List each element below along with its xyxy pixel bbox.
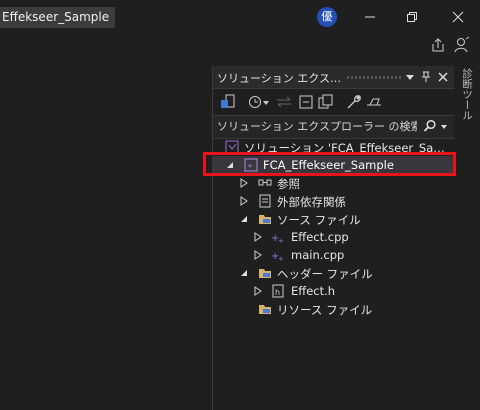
preview-icon <box>367 98 381 106</box>
close-icon <box>438 72 448 82</box>
cpp-file-icon: ++ <box>271 233 284 244</box>
solution-explorer-panel: ソリューション エクスプローラー <box>212 66 455 410</box>
expanded-arrow-icon <box>241 216 247 222</box>
panel-header: ソリューション エクスプローラー <box>213 66 455 89</box>
editor-area <box>0 60 212 410</box>
collapse-all-button[interactable] <box>297 93 315 111</box>
references-icon <box>258 179 272 186</box>
pin-button[interactable] <box>418 68 434 86</box>
tree-item-label: ソース ファイル <box>277 213 361 227</box>
tree-item-label: Effect.h <box>291 284 336 298</box>
dropdown-icon <box>406 75 414 80</box>
tree-item-main-cpp[interactable]: + + main.cpp <box>213 246 455 264</box>
tree-item-source-files[interactable]: ソース ファイル <box>213 210 455 228</box>
show-all-files-button[interactable] <box>317 93 335 111</box>
restore-icon <box>407 12 417 22</box>
restore-button[interactable] <box>398 5 426 29</box>
collapsed-arrow-icon <box>254 232 262 242</box>
account-avatar[interactable]: 優 <box>317 7 337 27</box>
panel-title: ソリューション エクスプローラー <box>217 72 349 85</box>
collapsed-arrow-icon <box>240 196 248 206</box>
window-title: Effekseer_Sample <box>0 7 116 28</box>
tree-item-resource-files[interactable]: リソース ファイル <box>213 300 455 318</box>
minimize-icon <box>365 16 375 18</box>
tree-item-header-files[interactable]: ヘッダー ファイル <box>213 264 455 282</box>
collapsed-arrow-icon <box>240 178 248 188</box>
share-icon <box>432 38 444 52</box>
external-dependencies-icon <box>259 194 271 208</box>
sync-icon <box>277 96 291 108</box>
expanded-arrow-icon <box>241 270 247 276</box>
diagnostic-tools-tab[interactable]: 診断ツール <box>459 68 475 121</box>
feedback-button[interactable] <box>453 36 471 54</box>
preview-button[interactable] <box>365 93 383 111</box>
tree-item-label: main.cpp <box>291 248 345 262</box>
panel-options-button[interactable] <box>402 68 418 86</box>
drag-grip[interactable] <box>347 76 401 79</box>
search-input[interactable] <box>217 118 417 134</box>
tree-item-references[interactable]: 参照 <box>213 174 455 192</box>
panel-close-button[interactable] <box>435 68 451 86</box>
pin-icon <box>422 71 430 82</box>
tree-item-label: リソース ファイル <box>277 303 373 317</box>
wrench-icon <box>347 95 361 109</box>
minimize-button[interactable] <box>356 5 384 29</box>
svg-text:+: + <box>278 237 284 244</box>
folder-icon <box>259 269 271 278</box>
collapse-all-icon <box>299 95 313 109</box>
tree-item-effect-cpp[interactable]: + + Effect.cpp <box>213 228 455 246</box>
close-icon <box>452 11 464 23</box>
highlight-annotation <box>203 152 456 176</box>
properties-button[interactable] <box>345 93 363 111</box>
cpp-file-icon: ++ <box>271 251 284 262</box>
search-options-dropdown[interactable] <box>439 121 449 131</box>
dropdown-icon <box>441 125 447 129</box>
dropdown-icon <box>263 101 269 105</box>
sync-button[interactable] <box>275 93 293 111</box>
show-all-files-icon <box>318 94 333 109</box>
collapsed-arrow-icon <box>254 286 262 296</box>
feedback-icon <box>454 36 470 53</box>
search-icon <box>423 119 436 132</box>
solution-explorer-search <box>213 115 455 139</box>
tree-item-label: 外部依存関係 <box>277 195 346 209</box>
right-tool-strip: 診断ツール <box>454 66 480 410</box>
switch-views-button[interactable] <box>219 93 237 111</box>
solution-explorer-toolbar <box>213 89 455 115</box>
tree-item-label: Effect.cpp <box>291 230 349 244</box>
tree-item-label: 参照 <box>277 177 300 191</box>
svg-text:h: h <box>275 288 280 297</box>
tree-item-label: ヘッダー ファイル <box>277 267 373 281</box>
header-file-icon: h <box>272 284 284 298</box>
tree-item-external-dependencies[interactable]: 外部依存関係 <box>213 192 455 210</box>
search-button[interactable] <box>423 119 437 133</box>
folder-icon <box>259 305 271 314</box>
share-button[interactable] <box>429 36 447 54</box>
close-window-button[interactable] <box>444 5 472 29</box>
collapsed-arrow-icon <box>254 250 262 260</box>
folder-icon <box>259 215 271 224</box>
tree-item-effect-h[interactable]: h Effect.h <box>213 282 455 300</box>
svg-text:+: + <box>278 255 284 262</box>
history-dropdown[interactable] <box>261 93 271 111</box>
title-bar: Effekseer_Sample 優 <box>0 0 480 34</box>
switch-views-icon <box>221 94 235 108</box>
